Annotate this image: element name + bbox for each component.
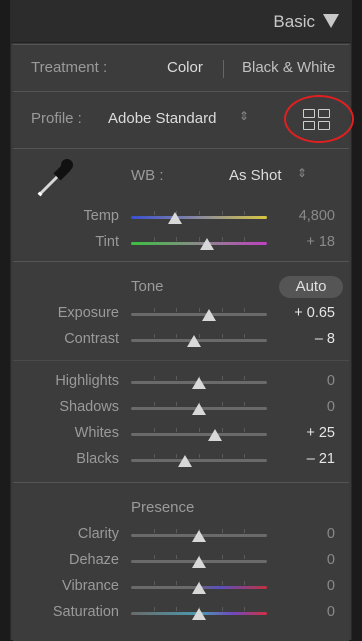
slider-label: Contrast xyxy=(64,331,119,347)
profile-label: Profile : xyxy=(31,110,82,127)
wb-section: WB : As Shot ⇕ Temp 4,800 Tint + 18 xyxy=(13,148,349,261)
slider-row-clarity: Clarity 0 xyxy=(13,523,349,547)
slider-label: Whites xyxy=(74,425,119,441)
slider-row-highlights: Highlights 0 xyxy=(13,370,349,394)
auto-button[interactable]: Auto xyxy=(279,276,343,298)
slider-ticks xyxy=(131,237,267,241)
slider-ticks xyxy=(131,428,267,432)
slider-track[interactable] xyxy=(131,433,267,436)
updown-icon[interactable]: ⇕ xyxy=(297,166,307,180)
temp-tint-sliders: Temp 4,800 Tint + 18 xyxy=(13,205,349,257)
presence-heading: Presence xyxy=(131,499,195,516)
tone-divider xyxy=(13,360,349,361)
treatment-color-option[interactable]: Color xyxy=(167,59,203,76)
slider-label: Highlights xyxy=(55,373,119,389)
slider-row-temp: Temp 4,800 xyxy=(13,205,349,229)
slider-value[interactable]: + 0.65 xyxy=(294,305,335,321)
slider-thumb[interactable] xyxy=(192,608,206,620)
slider-label: Blacks xyxy=(76,451,119,467)
slider-ticks xyxy=(131,454,267,458)
slider-value[interactable]: 0 xyxy=(327,526,335,542)
tone-sliders-2: Highlights 0 Shadows 0 Whites + 25 Blacks – 21 xyxy=(13,370,349,474)
slider-thumb[interactable] xyxy=(192,530,206,542)
slider-value[interactable]: – 21 xyxy=(307,451,335,467)
slider-label: Exposure xyxy=(57,305,119,321)
slider-track[interactable] xyxy=(131,216,267,219)
slider-value[interactable]: 0 xyxy=(327,604,335,620)
slider-value[interactable]: – 8 xyxy=(315,331,335,347)
slider-row-dehaze: Dehaze 0 xyxy=(13,549,349,573)
presence-section: Presence Clarity 0 Dehaze 0 Vibrance 0 Saturat… xyxy=(13,482,349,641)
triangle-down-icon[interactable] xyxy=(323,14,339,28)
treatment-divider xyxy=(223,60,224,78)
slider-thumb[interactable] xyxy=(167,212,182,224)
panel-header[interactable]: Basic xyxy=(11,0,351,43)
slider-thumb[interactable] xyxy=(200,238,215,250)
slider-thumb[interactable] xyxy=(201,309,216,321)
wb-value[interactable]: As Shot xyxy=(229,167,282,184)
slider-row-blacks: Blacks – 21 xyxy=(13,448,349,472)
slider-label: Shadows xyxy=(59,399,119,415)
slider-row-saturation: Saturation 0 xyxy=(13,601,349,625)
slider-value[interactable]: + 25 xyxy=(306,425,335,441)
slider-thumb[interactable] xyxy=(192,582,206,594)
slider-label: Dehaze xyxy=(69,552,119,568)
slider-thumb[interactable] xyxy=(192,403,206,415)
wb-label: WB : xyxy=(131,167,164,184)
slider-value[interactable]: 0 xyxy=(327,399,335,415)
tone-heading: Tone xyxy=(131,278,164,295)
slider-label: Temp xyxy=(83,208,119,224)
updown-icon[interactable]: ⇕ xyxy=(239,109,249,123)
slider-label: Saturation xyxy=(52,604,119,620)
panel-title: Basic xyxy=(273,12,315,31)
slider-value[interactable]: 0 xyxy=(327,373,335,389)
slider-row-vibrance: Vibrance 0 xyxy=(13,575,349,599)
treatment-label: Treatment : xyxy=(31,59,108,76)
slider-track[interactable] xyxy=(131,459,267,462)
slider-row-shadows: Shadows 0 xyxy=(13,396,349,420)
treatment-bw-option[interactable]: Black & White xyxy=(242,59,335,76)
basic-panel: Basic Treatment : Color Black & White Pr… xyxy=(10,0,354,641)
slider-value[interactable]: 0 xyxy=(327,578,335,594)
slider-row-whites: Whites + 25 xyxy=(13,422,349,446)
slider-thumb[interactable] xyxy=(192,377,206,389)
slider-ticks xyxy=(131,211,267,215)
treatment-section: Treatment : Color Black & White xyxy=(13,44,349,91)
slider-row-contrast: Contrast – 8 xyxy=(13,328,349,352)
slider-thumb[interactable] xyxy=(186,335,201,347)
slider-thumb[interactable] xyxy=(208,429,223,441)
slider-thumb[interactable] xyxy=(192,556,206,568)
profile-section: Profile : Adobe Standard ⇕ xyxy=(13,91,354,148)
tone-sliders-1: Exposure + 0.65 Contrast – 8 xyxy=(13,302,349,354)
slider-label: Clarity xyxy=(77,526,119,542)
slider-value[interactable]: 0 xyxy=(327,552,335,568)
highlight-circle xyxy=(284,95,354,143)
slider-value[interactable]: + 18 xyxy=(306,234,335,250)
slider-ticks xyxy=(131,308,267,312)
tone-section: Tone Auto Exposure + 0.65 Contrast – 8 High… xyxy=(13,261,349,482)
slider-label: Tint xyxy=(95,234,119,250)
slider-row-exposure: Exposure + 0.65 xyxy=(13,302,349,326)
slider-row-tint: Tint + 18 xyxy=(13,231,349,255)
slider-value[interactable]: 4,800 xyxy=(299,208,335,224)
presence-sliders: Clarity 0 Dehaze 0 Vibrance 0 Saturation 0 xyxy=(13,523,349,635)
slider-thumb[interactable] xyxy=(178,455,193,467)
slider-label: Vibrance xyxy=(62,578,119,594)
eyedropper-icon[interactable] xyxy=(33,155,79,201)
profile-value[interactable]: Adobe Standard xyxy=(108,110,216,127)
slider-track[interactable] xyxy=(131,242,267,245)
slider-track[interactable] xyxy=(131,313,267,316)
